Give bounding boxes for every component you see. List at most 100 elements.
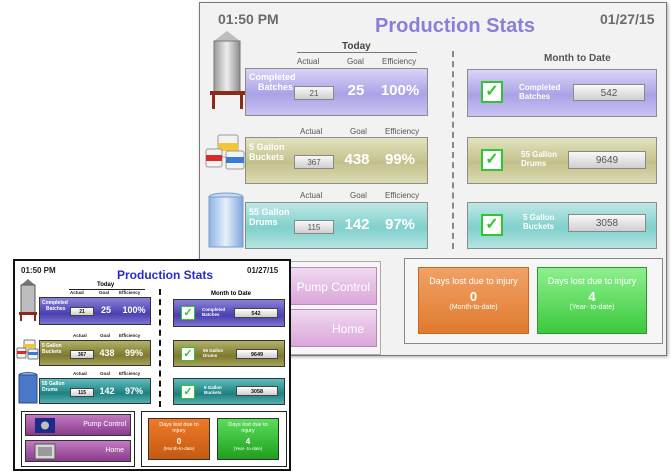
mtd-value-box: 9649 xyxy=(568,151,646,169)
days-lost-month-title: Days lost due to injury xyxy=(429,276,518,286)
actual-value-box: 21 xyxy=(294,86,334,100)
efficiency-value: 99% xyxy=(124,348,143,358)
mtd-value-box: 3058 xyxy=(568,214,646,232)
mtd-value-box: 9649 xyxy=(236,349,278,359)
drum-icon xyxy=(18,372,38,404)
efficiency-value: 97% xyxy=(124,386,143,396)
actual-value-box: 115 xyxy=(294,220,334,234)
stat-row-completed-batches: Completed Batches 21 25 100% xyxy=(245,68,428,116)
col-header-efficiency: Efficiency xyxy=(385,127,420,136)
mtd-label-line2: Buckets xyxy=(204,390,222,395)
pump-control-button[interactable]: Pump Control xyxy=(25,414,131,436)
home-label: Home xyxy=(105,447,124,454)
pump-control-label: Pump Control xyxy=(296,280,370,294)
mtd-completed-batches: ✓ Completed Batches 542 xyxy=(467,69,657,117)
goal-value: 142 xyxy=(99,386,115,396)
days-lost-year-value: 4 xyxy=(245,436,251,446)
days-lost-year-card: Days lost due to injury 4 (Year- to-date… xyxy=(217,418,279,460)
mtd-value-box: 542 xyxy=(234,308,278,318)
mtd-value-box: 542 xyxy=(573,84,645,101)
actual-value-box: 21 xyxy=(70,307,94,316)
col-header-actual: Actual xyxy=(73,333,87,338)
efficiency-value: 99% xyxy=(384,151,416,168)
days-lost-month-card: Days lost due to injury 0 (Month-to-date… xyxy=(148,418,210,460)
pump-control-label: Pump Control xyxy=(83,421,126,428)
days-lost-month-value: 0 xyxy=(176,436,182,446)
production-stats-window-small: 01:50 PM Production Stats 01/27/15 Today… xyxy=(13,259,291,471)
actual-value-box: 367 xyxy=(294,155,334,169)
efficiency-value: 97% xyxy=(384,216,416,233)
goal-value: 438 xyxy=(344,151,370,168)
row-label-line2: Batches xyxy=(258,82,294,92)
col-header-actual: Actual xyxy=(297,57,320,66)
goal-value: 25 xyxy=(347,82,365,99)
actual-value-box: 367 xyxy=(70,350,94,359)
today-heading: Today xyxy=(97,282,115,288)
checkmark-icon: ✓ xyxy=(181,306,195,320)
mtd-5-gallon-buckets: ✓ 5 Gallon Buckets 3058 xyxy=(173,378,285,405)
home-button[interactable]: Home xyxy=(25,440,131,462)
stat-row-5-gallon-buckets: 5 Gallon Buckets 367 438 99% xyxy=(39,340,151,366)
mtd-55-gallon-drums: ✓ 55 Gallon Drums 9649 xyxy=(173,340,285,367)
today-heading: Today xyxy=(342,41,371,52)
mtd-55-gallon-drums: ✓ 55 Gallon Drums 9649 xyxy=(467,137,657,184)
col-header-actual: Actual xyxy=(70,290,84,295)
home-machine-icon xyxy=(34,443,56,460)
stat-row-completed-batches: Completed Batches 21 25 100% xyxy=(39,297,151,325)
col-header-goal: Goal xyxy=(99,290,110,295)
today-divider xyxy=(297,52,417,53)
stat-row-5-gallon-buckets: 5 Gallon Buckets 367 438 99% xyxy=(245,137,428,184)
efficiency-value: 100% xyxy=(122,305,146,315)
home-label: Home xyxy=(331,322,364,336)
checkmark-icon: ✓ xyxy=(181,385,195,399)
row-label-line2: Buckets xyxy=(42,349,62,355)
tank-icon xyxy=(19,279,37,321)
mtd-label-line2: Batches xyxy=(202,312,220,317)
clock-time: 01:50 PM xyxy=(21,266,56,275)
days-lost-year-caption: (Year- to-date) xyxy=(233,445,263,451)
mtd-value-box: 3058 xyxy=(236,386,278,396)
row-label-line2: Buckets xyxy=(249,152,285,162)
days-lost-year-title: Days lost due to injury xyxy=(547,276,637,286)
col-header-efficiency: Efficiency xyxy=(119,333,141,338)
mtd-completed-batches: ✓ Completed Batches 542 xyxy=(173,299,285,327)
col-header-actual: Actual xyxy=(73,371,87,376)
clock-time: 01:50 PM xyxy=(218,11,279,27)
days-lost-year-caption: (Year- to-date) xyxy=(569,303,615,311)
mtd-label-line2: Drums xyxy=(521,159,547,168)
tank-icon xyxy=(210,31,246,109)
col-header-actual: Actual xyxy=(300,191,323,200)
section-divider xyxy=(159,289,161,407)
col-header-goal: Goal xyxy=(350,127,367,136)
goal-value: 438 xyxy=(99,348,115,358)
page-title: Production Stats xyxy=(117,268,214,282)
row-label-line2: Batches xyxy=(46,306,66,312)
days-lost-month-caption: (Month-to-date) xyxy=(163,445,195,451)
section-divider xyxy=(452,51,454,249)
days-lost-year-card: Days lost due to injury 4 (Year- to-date… xyxy=(537,267,647,334)
row-label-line2: Drums xyxy=(42,387,58,393)
checkmark-icon: ✓ xyxy=(481,214,503,236)
stat-row-55-gallon-drums: 55 Gallon Drums 115 142 97% xyxy=(245,202,428,249)
col-header-goal: Goal xyxy=(100,333,111,338)
days-lost-year-value: 4 xyxy=(588,288,596,304)
mtd-label-line2: Drums xyxy=(203,353,218,358)
pump-icon xyxy=(35,418,55,433)
month-to-date-heading: Month to Date xyxy=(544,53,611,64)
days-lost-year-title: Days lost due to injury xyxy=(228,422,268,435)
date: 01/27/15 xyxy=(600,11,655,27)
stat-row-55-gallon-drums: 55 Gallon Drums 115 142 97% xyxy=(39,378,151,404)
checkmark-icon: ✓ xyxy=(481,81,503,103)
mtd-label-line2: Batches xyxy=(519,92,551,101)
buckets-icon xyxy=(205,134,245,170)
col-header-goal: Goal xyxy=(347,57,364,66)
efficiency-value: 100% xyxy=(380,82,420,99)
row-label-line2: Drums xyxy=(249,217,278,227)
actual-value-box: 115 xyxy=(70,388,94,397)
col-header-efficiency: Efficiency xyxy=(119,290,141,295)
mtd-label-line2: Buckets xyxy=(523,222,555,231)
goal-value: 25 xyxy=(100,305,111,315)
col-header-efficiency: Efficiency xyxy=(385,191,420,200)
col-header-efficiency: Efficiency xyxy=(382,57,417,66)
days-lost-month-title: Days lost due to injury xyxy=(159,422,199,435)
